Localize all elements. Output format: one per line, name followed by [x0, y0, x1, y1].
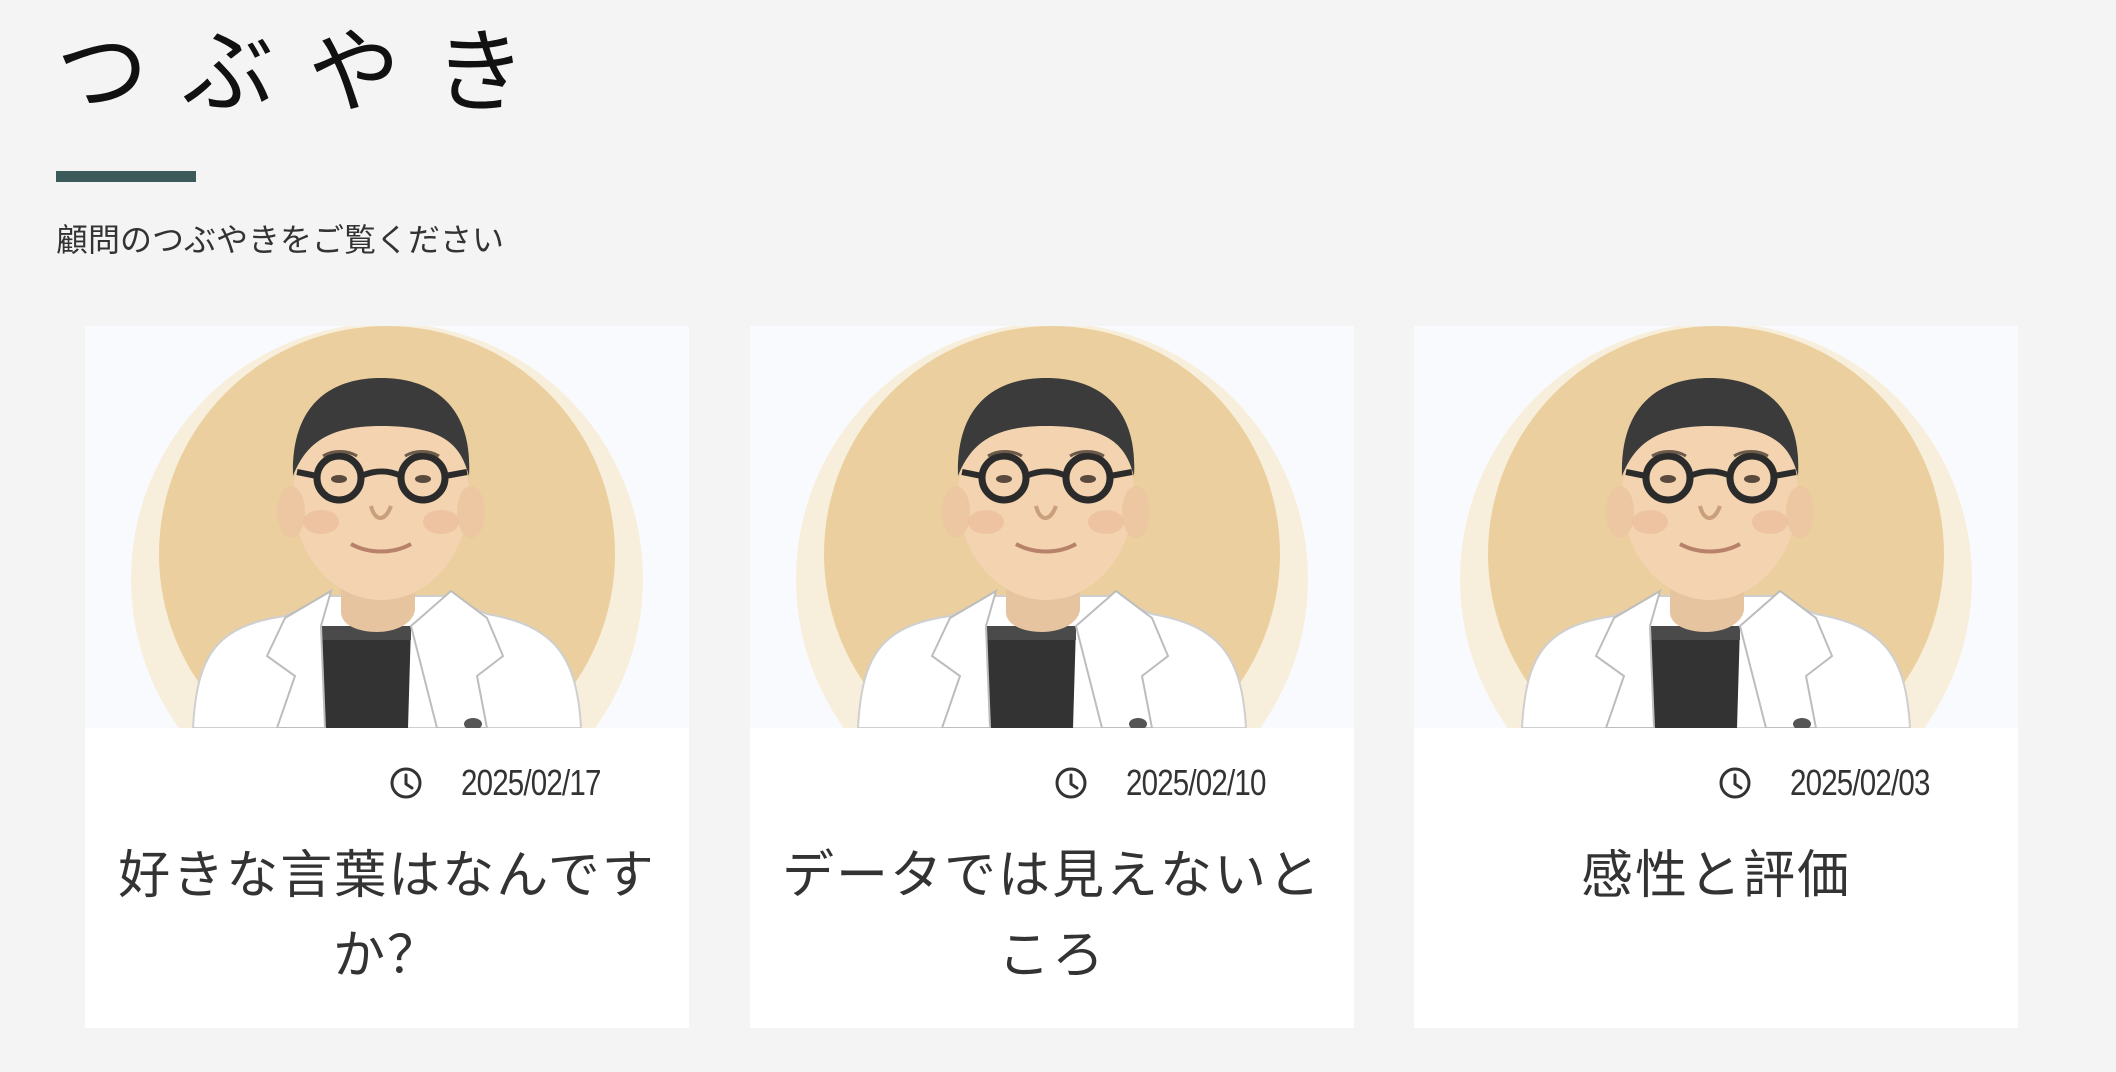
advisor-portrait-image [1414, 326, 2018, 728]
post-card[interactable]: 2025/02/10 データでは見えないところ [750, 326, 1354, 1028]
post-title[interactable]: データでは見えないところ [750, 836, 1354, 996]
post-title[interactable]: 好きな言葉はなんですか？ [85, 836, 689, 996]
advisor-portrait-image [85, 326, 689, 728]
title-underline [56, 171, 196, 182]
post-meta: 2025/02/17 [85, 728, 689, 836]
post-date: 2025/02/17 [389, 762, 631, 804]
clock-icon [1718, 766, 1752, 800]
clock-icon [389, 766, 423, 800]
advisor-portrait-image [750, 326, 1354, 728]
post-date-text: 2025/02/10 [1125, 762, 1266, 803]
post-card[interactable]: 2025/02/03 感性と評価 [1414, 326, 2018, 1028]
section-subtitle: 顧問のつぶやきをご覧ください [56, 221, 505, 259]
post-meta: 2025/02/03 [1414, 728, 2018, 836]
post-card[interactable]: 2025/02/17 好きな言葉はなんですか？ [85, 326, 689, 1028]
post-date-text: 2025/02/03 [1789, 762, 1930, 803]
post-date-text: 2025/02/17 [460, 762, 601, 803]
post-card-list: 2025/02/17 好きな言葉はなんですか？ 2025/02/10 データでは… [85, 326, 2019, 1028]
post-thumbnail[interactable] [750, 326, 1354, 728]
post-meta: 2025/02/10 [750, 728, 1354, 836]
clock-icon [1054, 766, 1088, 800]
section-title: つぶやき [56, 19, 561, 126]
post-thumbnail[interactable] [85, 326, 689, 728]
post-title[interactable]: 感性と評価 [1414, 836, 2018, 916]
post-thumbnail[interactable] [1414, 326, 2018, 728]
post-date: 2025/02/03 [1718, 762, 1960, 804]
post-date: 2025/02/10 [1054, 762, 1296, 804]
